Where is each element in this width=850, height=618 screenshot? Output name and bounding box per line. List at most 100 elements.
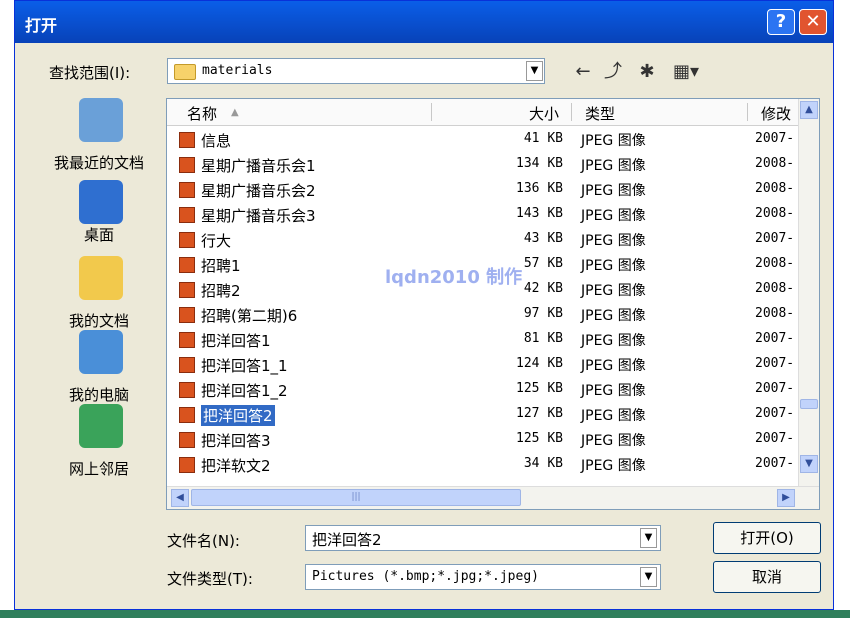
file-name: 信息: [201, 132, 232, 150]
place-label: 我最近的文档: [53, 154, 144, 172]
file-row[interactable]: 把洋软文2 34 KB JPEG 图像 2007-: [167, 452, 819, 477]
file-row[interactable]: 把洋回答1_2 125 KB JPEG 图像 2007-: [167, 377, 819, 402]
file-row[interactable]: 把洋回答3 125 KB JPEG 图像 2007-: [167, 427, 819, 452]
file-row[interactable]: 星期广播音乐会2 136 KB JPEG 图像 2008-: [167, 177, 819, 202]
file-row[interactable]: 星期广播音乐会1 134 KB JPEG 图像 2008-: [167, 152, 819, 177]
filename-input[interactable]: 把洋回答2 ▼: [305, 525, 661, 551]
file-size: 97 KB: [523, 306, 563, 321]
file-size: 34 KB: [523, 456, 563, 471]
column-divider[interactable]: [747, 103, 748, 121]
file-type: JPEG 图像: [581, 158, 646, 174]
file-size: 127 KB: [516, 406, 563, 421]
jpeg-file-icon: [179, 182, 195, 198]
jpeg-file-icon: [179, 382, 195, 398]
file-row[interactable]: 把洋回答2 127 KB JPEG 图像 2007-: [167, 402, 819, 427]
recent-docs-icon: [79, 98, 123, 142]
back-arrow-icon[interactable]: ←: [571, 61, 595, 83]
open-button[interactable]: 打开(O): [713, 522, 821, 554]
file-type: JPEG 图像: [581, 183, 646, 199]
file-modified: 2007-: [755, 406, 795, 421]
file-type: JPEG 图像: [581, 383, 646, 399]
file-row[interactable]: 招聘(第二期)6 97 KB JPEG 图像 2008-: [167, 302, 819, 327]
scroll-up-icon[interactable]: ▲: [800, 101, 818, 119]
jpeg-file-icon: [179, 132, 195, 148]
file-modified: 2008-: [755, 181, 795, 196]
chevron-down-icon[interactable]: ▼: [526, 61, 543, 81]
vertical-scroll-thumb[interactable]: [800, 399, 818, 409]
chevron-down-icon[interactable]: ▼: [640, 567, 657, 587]
file-name: 星期广播音乐会2: [201, 182, 316, 200]
close-button[interactable]: ✕: [799, 9, 827, 35]
file-row[interactable]: 信息 41 KB JPEG 图像 2007-: [167, 127, 819, 152]
file-type: JPEG 图像: [581, 308, 646, 324]
file-row[interactable]: 把洋回答1 81 KB JPEG 图像 2007-: [167, 327, 819, 352]
column-header: 名称 ▲ 大小 类型 修改: [167, 99, 819, 126]
help-button[interactable]: ?: [767, 9, 795, 35]
file-name: 把洋回答1_1: [201, 357, 288, 375]
filename-value: 把洋回答2: [312, 531, 382, 549]
column-name[interactable]: 名称: [187, 103, 217, 124]
file-size: 143 KB: [516, 206, 563, 221]
column-divider[interactable]: [431, 103, 432, 121]
file-type: JPEG 图像: [581, 258, 646, 274]
place-desktop[interactable]: 桌面: [29, 180, 169, 254]
jpeg-file-icon: [179, 257, 195, 273]
file-list[interactable]: 名称 ▲ 大小 类型 修改 信息 41 KB JPEG 图像 2007- 星期广播音乐会…: [166, 98, 820, 510]
file-modified: 2008-: [755, 156, 795, 171]
title-bar[interactable]: 打开 ? ✕: [15, 1, 833, 43]
file-modified: 2008-: [755, 206, 795, 221]
horizontal-scroll-thumb[interactable]: |||: [191, 489, 521, 506]
view-menu-icon[interactable]: ▦▾: [669, 61, 703, 83]
place-my-documents[interactable]: 我的文档: [29, 256, 169, 330]
file-modified: 2007-: [755, 231, 795, 246]
horizontal-scrollbar[interactable]: ◀ ||| ▶: [167, 486, 819, 509]
place-label: 我的电脑: [68, 386, 129, 404]
place-recent[interactable]: 我最近的文档: [29, 98, 169, 172]
jpeg-file-icon: [179, 357, 195, 373]
file-modified: 2008-: [755, 281, 795, 296]
file-row[interactable]: 星期广播音乐会3 143 KB JPEG 图像 2008-: [167, 202, 819, 227]
my-documents-icon: [79, 256, 123, 300]
look-in-value: materials: [202, 63, 273, 78]
file-size: 43 KB: [523, 231, 563, 246]
file-row[interactable]: 把洋回答1_1 124 KB JPEG 图像 2007-: [167, 352, 819, 377]
file-name: 把洋回答3: [201, 432, 271, 450]
up-folder-icon[interactable]: ⤴: [601, 61, 625, 83]
filename-label: 文件名(N):: [167, 532, 240, 550]
file-type: JPEG 图像: [581, 133, 646, 149]
file-modified: 2007-: [755, 431, 795, 446]
jpeg-file-icon: [179, 332, 195, 348]
file-size: 124 KB: [516, 356, 563, 371]
column-size[interactable]: 大小: [529, 103, 559, 124]
look-in-label: 查找范围(I):: [49, 64, 131, 82]
chevron-down-icon[interactable]: ▼: [640, 528, 657, 548]
jpeg-file-icon: [179, 207, 195, 223]
file-row[interactable]: 行大 43 KB JPEG 图像 2007-: [167, 227, 819, 252]
file-size: 134 KB: [516, 156, 563, 171]
column-divider[interactable]: [571, 103, 572, 121]
new-folder-icon[interactable]: ✱: [635, 61, 659, 83]
file-type: JPEG 图像: [581, 233, 646, 249]
file-type: JPEG 图像: [581, 458, 646, 474]
look-in-combobox[interactable]: materials ▼: [167, 58, 545, 84]
file-modified: 2007-: [755, 331, 795, 346]
file-name: 把洋回答1: [201, 332, 271, 350]
file-size: 41 KB: [523, 131, 563, 146]
scroll-left-icon[interactable]: ◀: [171, 489, 189, 507]
folder-icon: [174, 64, 196, 80]
vertical-scrollbar[interactable]: ▲ ▼: [798, 99, 819, 487]
cancel-button[interactable]: 取消: [713, 561, 821, 593]
place-network[interactable]: 网上邻居: [29, 404, 169, 478]
scroll-right-icon[interactable]: ▶: [777, 489, 795, 507]
file-type: JPEG 图像: [581, 433, 646, 449]
column-modified[interactable]: 修改: [761, 103, 791, 124]
scroll-down-icon[interactable]: ▼: [800, 455, 818, 473]
column-type[interactable]: 类型: [585, 103, 615, 124]
filetype-select[interactable]: Pictures (*.bmp;*.jpg;*.jpeg) ▼: [305, 564, 661, 590]
jpeg-file-icon: [179, 307, 195, 323]
place-label: 网上邻居: [68, 460, 129, 478]
file-size: 125 KB: [516, 431, 563, 446]
place-my-computer[interactable]: 我的电脑: [29, 330, 169, 404]
file-name: 星期广播音乐会3: [201, 207, 316, 225]
watermark-text: lqdn2010 制作: [385, 267, 523, 288]
